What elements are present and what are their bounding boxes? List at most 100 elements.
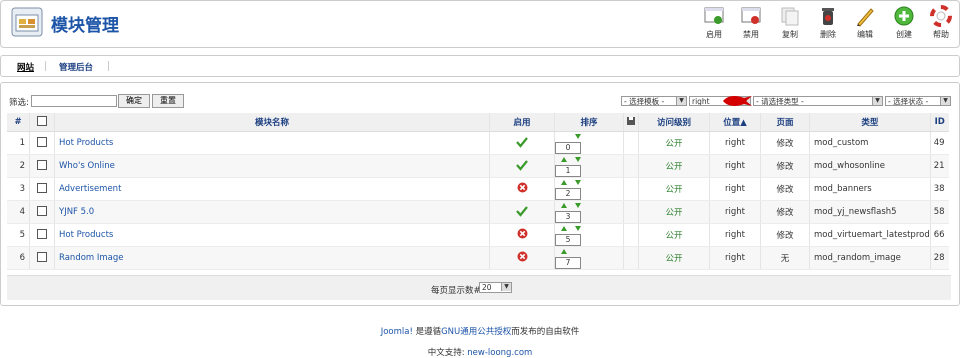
row-name-cell: Who's Online [54, 154, 490, 178]
col-type[interactable]: 类型 [809, 113, 931, 132]
tab-administrator[interactable]: 管理后台 [59, 61, 93, 73]
move-up-icon[interactable] [561, 157, 567, 162]
row-type: mod_yj_newsflash5 [809, 200, 931, 224]
joomla-link[interactable]: Joomla! [381, 327, 413, 337]
disabled-x-icon[interactable] [517, 251, 528, 262]
toolbar-new-button[interactable]: 创建 [886, 5, 922, 40]
filter-input[interactable] [31, 95, 117, 107]
state-select[interactable]: - 选择状态 - ▼ [885, 96, 951, 106]
enabled-check-icon[interactable] [516, 205, 528, 217]
move-down-icon[interactable] [575, 157, 582, 162]
row-checkbox[interactable] [37, 251, 47, 262]
filter-reset-button[interactable]: 重置 [152, 94, 184, 108]
row-name-cell: Hot Products [54, 131, 490, 155]
module-name-link[interactable]: Who's Online [59, 161, 115, 171]
col-order[interactable]: 排序 [554, 113, 624, 132]
save-order-icon[interactable] [626, 116, 636, 126]
order-input[interactable]: 2 [555, 188, 581, 200]
row-access[interactable]: 公开 [638, 177, 710, 201]
row-id: 58 [930, 200, 949, 224]
toolbar-enable-button[interactable]: 启用 [696, 5, 732, 40]
support-link[interactable]: new-loong.com [467, 348, 532, 358]
move-up-icon[interactable] [561, 226, 567, 231]
tab-divider [45, 61, 46, 71]
disabled-x-icon[interactable] [517, 228, 528, 239]
enabled-check-icon[interactable] [516, 136, 528, 148]
per-page-select[interactable]: 20 ▼ [479, 282, 512, 293]
col-save-order [623, 113, 639, 132]
col-id[interactable]: ID [930, 113, 949, 132]
support-line: 中文支持: new-loong.com [0, 346, 960, 358]
gpl-link[interactable]: GNU通用公共授权 [441, 327, 511, 337]
row-enabled-cell [489, 154, 555, 178]
row-checkbox[interactable] [37, 228, 47, 239]
toolbar-delete-button[interactable]: 删除 [810, 5, 846, 40]
row-pages: 修改 [760, 177, 810, 201]
row-num: 3 [7, 177, 30, 201]
tab-site[interactable]: 网站 [17, 61, 34, 73]
row-access[interactable]: 公开 [638, 223, 710, 247]
row-pages: 修改 [760, 223, 810, 247]
row-checkbox[interactable] [37, 205, 47, 216]
order-input[interactable]: 0 [555, 142, 581, 154]
module-name-link[interactable]: Advertisement [59, 184, 121, 194]
row-access[interactable]: 公开 [638, 131, 710, 155]
row-type: mod_virtuemart_latestprod [809, 223, 931, 247]
row-order-cell: 3 [554, 200, 624, 224]
col-enabled[interactable]: 启用 [489, 113, 555, 132]
col-access[interactable]: 访问级别 [638, 113, 710, 132]
col-name[interactable]: 模块名称 [54, 113, 490, 132]
filter-go-button[interactable]: 确定 [118, 94, 150, 108]
row-id: 49 [930, 131, 949, 155]
order-input[interactable]: 1 [555, 165, 581, 177]
toolbar-delete-label: 删除 [820, 30, 836, 39]
move-up-icon[interactable] [561, 249, 567, 254]
row-access[interactable]: 公开 [638, 200, 710, 224]
row-checkbox-cell [29, 246, 55, 270]
move-down-icon[interactable] [575, 180, 582, 185]
module-name-link[interactable]: Hot Products [59, 138, 113, 148]
order-input[interactable]: 3 [555, 211, 581, 223]
row-checkbox[interactable] [37, 136, 47, 147]
toolbar-disable-button[interactable]: 禁用 [733, 5, 769, 40]
row-save-cell [623, 246, 639, 270]
col-pages[interactable]: 页面 [760, 113, 810, 132]
chevron-down-icon: ▼ [940, 97, 950, 105]
row-access[interactable]: 公开 [638, 154, 710, 178]
row-name-cell: Random Image [54, 246, 490, 270]
order-input[interactable]: 5 [555, 234, 581, 246]
row-id: 66 [930, 223, 949, 247]
row-position: right [709, 154, 761, 178]
move-up-icon[interactable] [561, 180, 567, 185]
order-input[interactable]: 7 [555, 257, 581, 269]
row-checkbox-cell [29, 200, 55, 224]
row-checkbox[interactable] [37, 159, 47, 170]
module-name-link[interactable]: YJNF 5.0 [59, 207, 94, 217]
col-position[interactable]: 位置▲ [709, 113, 761, 132]
row-name-cell: Advertisement [54, 177, 490, 201]
move-up-icon[interactable] [561, 203, 567, 208]
row-checkbox-cell [29, 177, 55, 201]
table-row: 6 Random Image 7 公开 right 无 mod_random_image 2… [7, 246, 949, 270]
check-all-checkbox[interactable] [37, 115, 47, 126]
module-name-link[interactable]: Random Image [59, 253, 124, 263]
row-checkbox-cell [29, 154, 55, 178]
type-select[interactable]: - 请选择类型 - ▼ [753, 96, 883, 106]
state-select-value: - 选择状态 - [888, 97, 929, 106]
disabled-x-icon[interactable] [517, 182, 528, 193]
page-title: 模块管理 [51, 16, 119, 36]
enabled-check-icon[interactable] [516, 159, 528, 171]
row-access[interactable]: 公开 [638, 246, 710, 270]
module-list-panel: 筛选: 确定 重置 - 选择模板 - ▼ right ▼ - 请选择类型 - ▼ - … [0, 82, 960, 306]
toolbar-help-button[interactable]: 帮助 [923, 5, 959, 40]
row-checkbox[interactable] [37, 182, 47, 193]
row-position: right [709, 246, 761, 270]
module-name-link[interactable]: Hot Products [59, 230, 113, 240]
per-page-label: 每页显示数# [431, 286, 481, 296]
toolbar-copy-button[interactable]: 复制 [772, 5, 808, 40]
move-down-icon[interactable] [575, 226, 582, 231]
move-down-icon[interactable] [575, 203, 582, 208]
toolbar-edit-button[interactable]: 编辑 [847, 5, 883, 40]
template-select[interactable]: - 选择模板 - ▼ [621, 96, 687, 106]
move-down-icon[interactable] [575, 134, 582, 139]
